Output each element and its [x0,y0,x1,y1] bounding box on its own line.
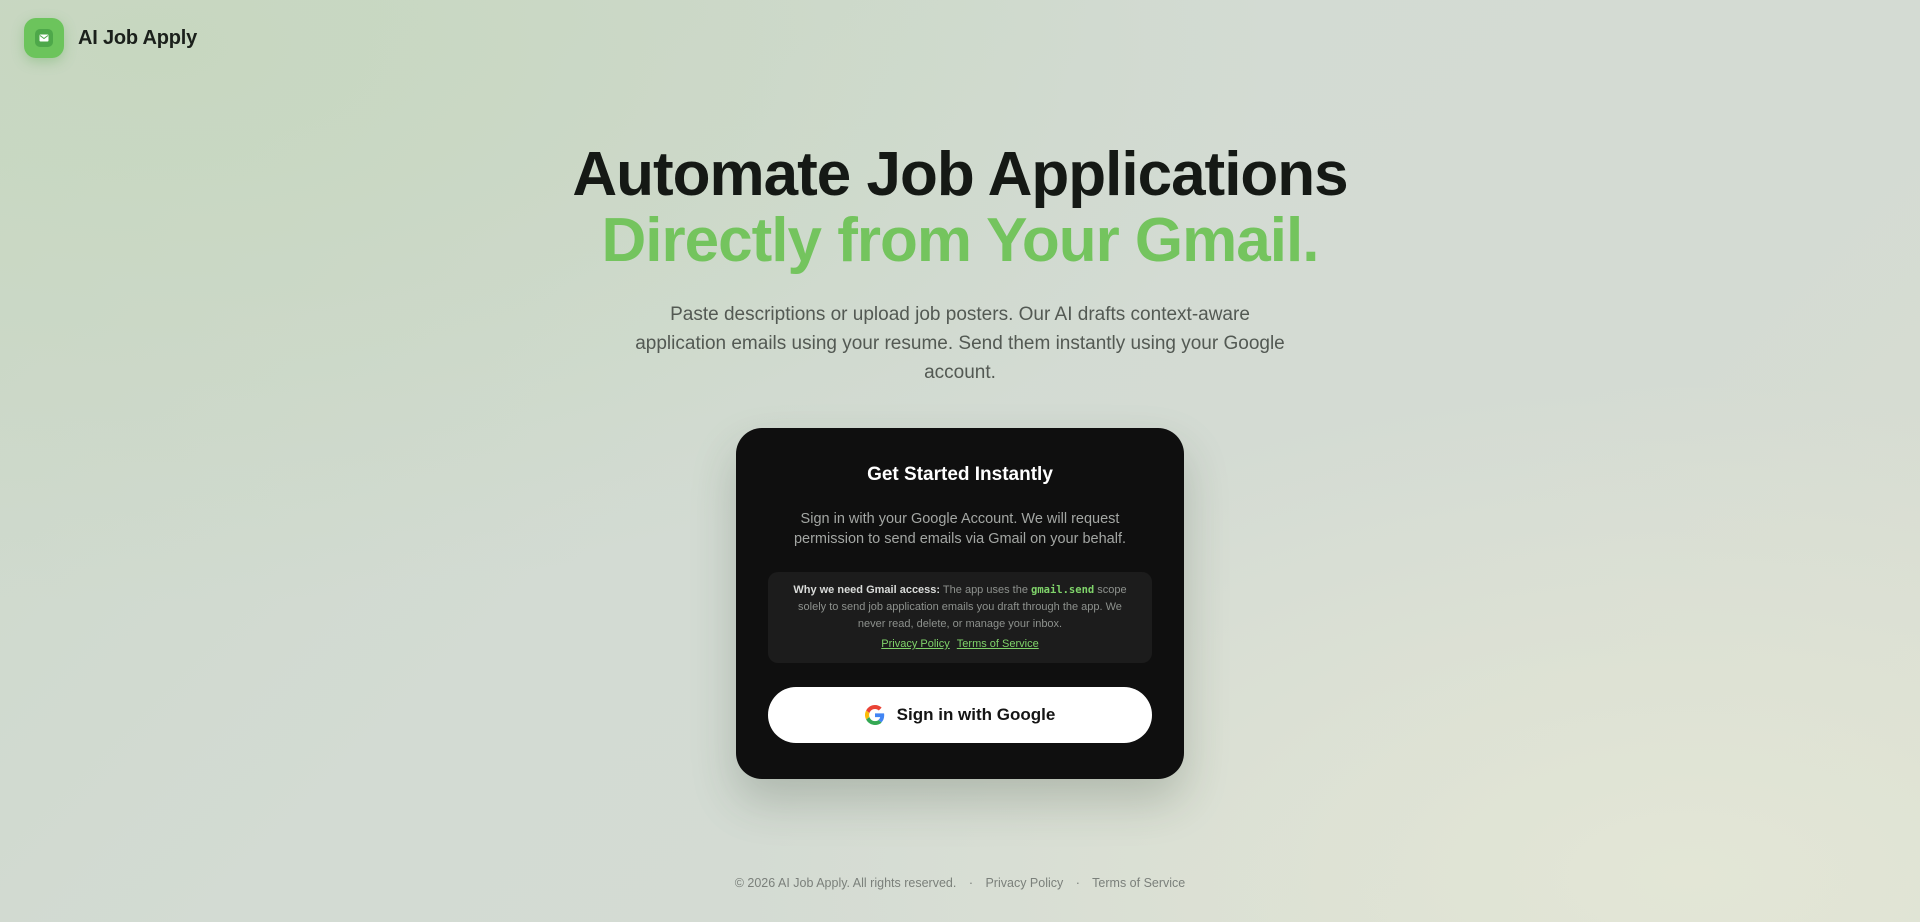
scope-code: gmail.send [1031,584,1095,596]
logo[interactable] [24,18,64,58]
hero-title: Automate Job Applications [572,140,1348,209]
notice-terms-link[interactable]: Terms of Service [957,638,1039,650]
hero: Automate Job Applications Directly from … [0,142,1920,387]
copyright-text: © 2026 AI Job Apply. All rights reserved… [734,876,957,890]
card-description: Sign in with your Google Account. We wil… [793,511,1127,547]
notice-privacy-link[interactable]: Privacy Policy [881,638,949,650]
header: AI Job Apply [24,18,197,58]
gmail-access-notice: Why we need Gmail access: The app uses t… [768,572,1152,663]
footer-privacy-link[interactable]: Privacy Policy [985,876,1063,890]
footer-separator: · [968,876,973,890]
card-title: Get Started Instantly [867,464,1053,485]
hero-title-accent: Directly from Your Gmail. [601,206,1320,275]
google-sign-in-button[interactable]: Sign in with Google [768,687,1152,743]
mail-icon [35,29,53,47]
notice-label: Why we need Gmail access: [793,584,941,596]
google-icon [864,705,885,725]
sign-in-card: Get Started Instantly Sign in with your … [736,428,1184,779]
footer-separator: · [1075,876,1080,890]
notice-text: Why we need Gmail access: The app uses t… [784,582,1136,633]
footer: © 2026 AI Job Apply. All rights reserved… [0,876,1920,890]
footer-terms-link[interactable]: Terms of Service [1092,876,1185,890]
brand-name[interactable]: AI Job Apply [78,27,197,50]
google-button-label: Sign in with Google [896,705,1056,724]
notice-text-before: The app uses the [940,584,1031,596]
hero-subtitle: Paste descriptions or upload job posters… [635,304,1285,383]
notice-links: Privacy Policy Terms of Service [784,636,1136,653]
